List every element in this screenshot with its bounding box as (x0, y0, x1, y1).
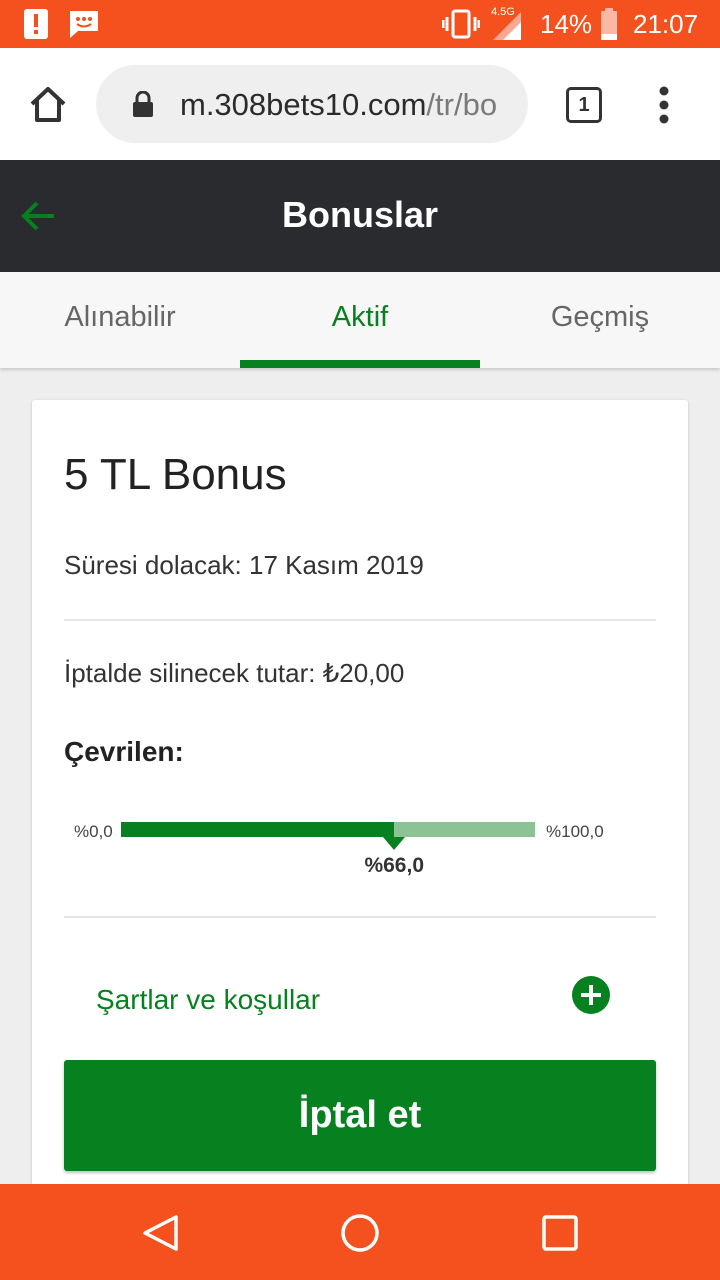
plus-circle-icon[interactable] (572, 976, 610, 1014)
more-vert-icon[interactable] (654, 86, 674, 129)
back-triangle-icon[interactable] (140, 1214, 180, 1257)
url-text: m.308bets10.com/tr/bo (180, 87, 497, 123)
status-bar: 4.5G 14% 21:07 (0, 0, 720, 48)
sms-icon (68, 9, 100, 44)
bonus-card: 5 TL Bonus Süresi dolacak: 17 Kasım 2019… (32, 400, 688, 1200)
cancel-bonus-button[interactable]: İptal et (64, 1060, 656, 1171)
progress-value-label: %66,0 (364, 854, 424, 877)
alert-icon (24, 9, 48, 44)
bonus-title: 5 TL Bonus (64, 450, 287, 499)
url-path: /tr/bo (426, 87, 498, 122)
signal-icon (493, 12, 523, 45)
battery-icon (600, 8, 618, 45)
system-nav-bar (0, 1184, 720, 1280)
progress-bar-fill (121, 822, 395, 837)
progress-max-label: %100,0 (546, 822, 604, 841)
vibrate-icon (441, 9, 481, 44)
page-title: Bonuslar (281, 194, 439, 235)
rolled-label: Çevrilen: (64, 736, 184, 767)
cancel-amount: İptalde silinecek tutar: ₺20,00 (64, 658, 405, 688)
battery-percent: 14% (540, 9, 593, 39)
app-header: Bonuslar (0, 160, 720, 272)
url-bar[interactable]: m.308bets10.com/tr/bo (96, 65, 528, 143)
recents-square-icon[interactable] (542, 1215, 578, 1256)
divider (64, 916, 656, 918)
terms-link[interactable]: Şartlar ve koşullar (96, 984, 320, 1016)
tab-available[interactable]: Alınabilir (0, 272, 240, 368)
home-circle-icon[interactable] (340, 1213, 380, 1258)
lock-icon (132, 90, 154, 122)
clock: 21:07 (633, 9, 699, 39)
divider (64, 619, 656, 621)
tab-bar: Alınabilir Aktif Geçmiş (0, 272, 720, 368)
tab-history[interactable]: Geçmiş (480, 272, 720, 368)
expiry-date: Süresi dolacak: 17 Kasım 2019 (64, 550, 424, 580)
browser-toolbar: m.308bets10.com/tr/bo 1 (0, 48, 720, 160)
tab-count: 1 (578, 94, 590, 116)
progress-marker-icon (383, 837, 406, 850)
tab-active[interactable]: Aktif (240, 272, 480, 368)
screen: 4.5G 14% 21:07 m.308bets10.com/tr/bo 1 B (0, 0, 720, 1280)
home-icon[interactable] (28, 84, 68, 129)
url-host: m.308bets10.com (180, 87, 427, 122)
tab-switcher-button[interactable]: 1 (566, 87, 602, 123)
progress-min-label: %0,0 (74, 822, 113, 841)
active-tab-indicator (240, 360, 480, 368)
progress-bar (121, 822, 535, 837)
